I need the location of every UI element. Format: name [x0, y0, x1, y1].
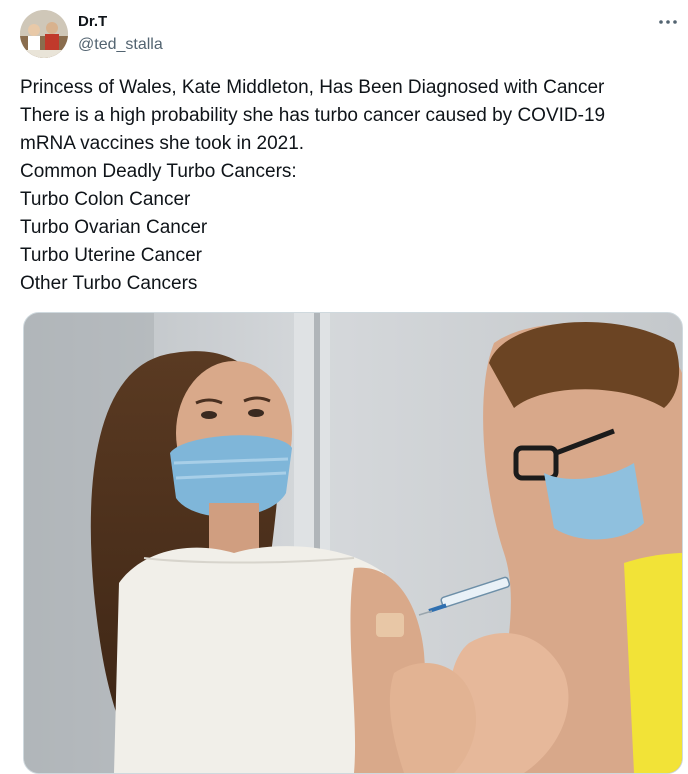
tweet-card[interactable]: Dr.T @ted_stalla Princess of Wales, Kate…: [0, 0, 688, 774]
tweet-line: mRNA vaccines she took in 2021.: [20, 133, 305, 154]
more-dots-icon: [659, 20, 677, 24]
tweet-line: Princess of Wales, Kate Middleton, Has B…: [20, 77, 605, 98]
tweet-line: Turbo Ovarian Cancer: [20, 217, 208, 238]
tweet-line: Common Deadly Turbo Cancers:: [20, 161, 297, 182]
tweet-text: Princess of Wales, Kate Middleton, Has B…: [20, 74, 670, 298]
author-name[interactable]: Dr.T: [78, 12, 107, 32]
more-options-button[interactable]: [654, 10, 682, 34]
tweet-line: Turbo Uterine Cancer: [20, 245, 202, 266]
tweet-line: Turbo Colon Cancer: [20, 189, 191, 210]
tweet-line: Other Turbo Cancers: [20, 273, 198, 294]
tweet-line: There is a high probability she has turb…: [20, 105, 606, 126]
author-handle[interactable]: @ted_stalla: [78, 35, 163, 55]
tweet-photo[interactable]: [23, 312, 683, 774]
profile-avatar[interactable]: [20, 10, 68, 58]
